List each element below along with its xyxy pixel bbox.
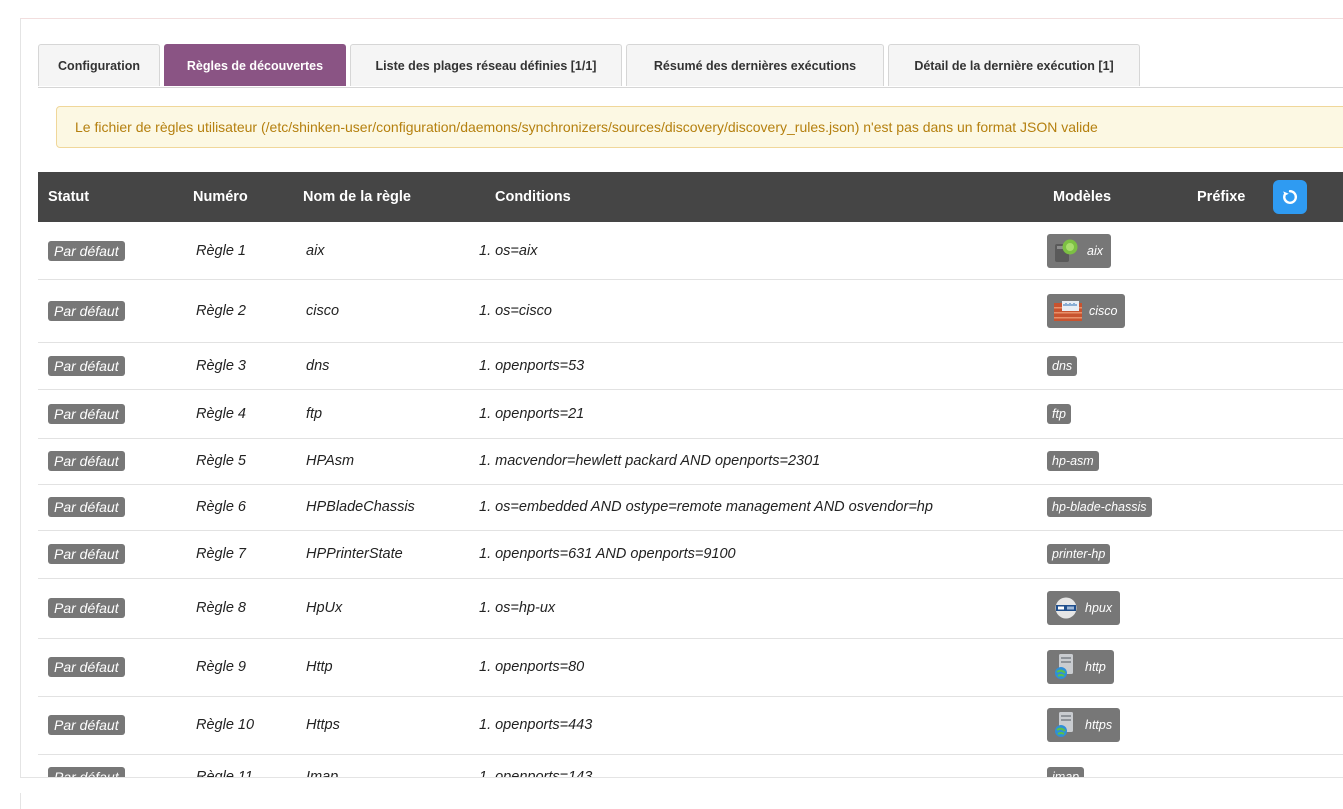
- rule-conditions: 1. os=cisco: [479, 302, 552, 319]
- rule-conditions: 1. openports=21: [479, 405, 585, 422]
- model-tag-label: ftp: [1052, 406, 1066, 421]
- model-tag-label: cisco: [1089, 303, 1118, 318]
- status-badge: Par défaut: [48, 403, 125, 424]
- table-row: Par défaut Règle 6 HPBladeChassis 1. os=…: [38, 484, 1343, 531]
- header-models: Modèles: [1053, 189, 1112, 205]
- rule-conditions: 1. openports=443: [479, 717, 593, 733]
- model-tag[interactable]: ftp: [1047, 403, 1071, 424]
- rule-name: HPAsm: [306, 453, 355, 469]
- rule-conditions: 1. macvendor=hewlett packard AND openpor…: [479, 453, 821, 469]
- table-row: Par défaut Règle 10 Https 1. openports=4…: [38, 696, 1343, 755]
- refresh-icon: [1283, 189, 1298, 204]
- model-tag-label: aix: [1087, 243, 1103, 258]
- model-tag-label: hp-asm: [1052, 454, 1094, 468]
- rule-name: dns: [306, 357, 330, 374]
- tab-discovery-rules[interactable]: Règles de découvertes: [164, 44, 346, 86]
- status-badge: Par défaut: [48, 598, 125, 618]
- rule-number: Règle 9: [196, 659, 246, 675]
- rule-conditions: 1. os=embedded AND ostype=remote managem…: [479, 499, 933, 515]
- table-row: Par défaut Règle 2 cisco 1. os=cisco cis…: [38, 279, 1343, 343]
- rule-conditions: 1. os=aix: [479, 242, 538, 259]
- rule-number: Règle 4: [196, 405, 246, 422]
- model-tag[interactable]: cisco: [1047, 293, 1126, 328]
- table-row: Par défaut Règle 9 Http 1. openports=80 …: [38, 638, 1343, 697]
- tab-divider: [38, 87, 1343, 88]
- rule-number: Règle 5: [196, 453, 246, 469]
- rule-number: Règle 7: [196, 546, 246, 562]
- table-row: Par défaut Règle 5 HPAsm 1. macvendor=he…: [38, 438, 1343, 485]
- status-badge: Par défaut: [48, 657, 125, 677]
- content-bottom-edge: [20, 777, 1343, 793]
- rule-number: Règle 1: [196, 242, 246, 259]
- table-row: Par défaut Règle 7 HPPrinterState 1. ope…: [38, 530, 1343, 579]
- header-status: Statut: [48, 189, 90, 205]
- model-tag-label: printer-hp: [1052, 547, 1106, 561]
- rule-name: cisco: [306, 302, 340, 319]
- web-server-icon: [1055, 654, 1073, 679]
- rule-number: Règle 3: [196, 357, 246, 374]
- aix-server-icon: [1055, 239, 1078, 262]
- rule-name: HPBladeChassis: [306, 499, 415, 515]
- web-server-icon: [1055, 712, 1073, 737]
- rule-number: Règle 2: [196, 302, 246, 319]
- rule-name: HpUx: [306, 600, 343, 616]
- status-badge: Par défaut: [48, 240, 125, 261]
- rule-conditions: 1. openports=80: [479, 659, 585, 675]
- model-tag[interactable]: hp-asm: [1047, 451, 1099, 471]
- status-badge: Par défaut: [48, 451, 125, 471]
- header-conditions: Conditions: [495, 189, 571, 205]
- rule-conditions: 1. openports=631 AND openports=9100: [479, 546, 736, 562]
- tab-network-ranges[interactable]: Liste des plages réseau définies [1/1]: [350, 44, 622, 86]
- header-number: Numéro: [193, 189, 248, 205]
- table-row: Par défaut Règle 1 aix 1. os=aix aix: [38, 222, 1343, 280]
- model-tag-label: dns: [1052, 358, 1073, 373]
- status-badge: Par défaut: [48, 544, 125, 564]
- model-tag[interactable]: hp-blade-chassis: [1047, 497, 1152, 517]
- table-row: Par défaut Règle 4 ftp 1. openports=21 f…: [38, 389, 1343, 439]
- rule-name: aix: [306, 242, 325, 259]
- model-tag-label: hp-blade-chassis: [1052, 500, 1147, 514]
- rule-name: ftp: [306, 405, 323, 422]
- tab-configuration[interactable]: Configuration: [38, 44, 160, 86]
- model-tag[interactable]: aix: [1047, 233, 1111, 268]
- rule-number: Règle 8: [196, 600, 246, 616]
- rule-name: Https: [306, 717, 340, 733]
- model-tag[interactable]: printer-hp: [1047, 544, 1111, 564]
- status-badge: Par défaut: [48, 715, 125, 735]
- status-badge: Par défaut: [48, 497, 125, 517]
- rule-number: Règle 10: [196, 717, 255, 733]
- model-tag[interactable]: http: [1047, 650, 1114, 684]
- tab-last-execution-detail[interactable]: Détail de la dernière exécution [1]: [888, 44, 1140, 86]
- rule-conditions: 1. os=hp-ux: [479, 600, 556, 616]
- rule-number: Règle 6: [196, 499, 246, 515]
- header-prefix: Préfixe: [1197, 189, 1246, 205]
- tab-last-executions-summary[interactable]: Résumé des dernières exécutions: [626, 44, 884, 86]
- warning-alert-text: Le fichier de règles utilisateur (/etc/s…: [75, 119, 1098, 135]
- rule-conditions: 1. openports=53: [479, 357, 585, 374]
- header-rule-name: Nom de la règle: [303, 189, 411, 205]
- warning-alert: Le fichier de règles utilisateur (/etc/s…: [56, 106, 1343, 148]
- rules-table-header: Statut Numéro Nom de la règle Conditions…: [38, 172, 1343, 222]
- model-tag[interactable]: hpux: [1047, 591, 1121, 625]
- model-tag-label: http: [1085, 660, 1106, 674]
- cisco-firewall-icon: [1054, 300, 1082, 321]
- model-tag-label: https: [1085, 718, 1113, 732]
- model-tag[interactable]: dns: [1047, 355, 1078, 376]
- hp-logo-icon: [1055, 597, 1077, 619]
- rule-name: HPPrinterState: [306, 546, 403, 562]
- table-row: Par défaut Règle 3 dns 1. openports=53 d…: [38, 342, 1343, 390]
- status-badge: Par défaut: [48, 300, 125, 321]
- model-tag[interactable]: https: [1047, 708, 1121, 742]
- status-badge: Par défaut: [48, 355, 125, 376]
- refresh-button[interactable]: [1273, 180, 1307, 214]
- model-tag-label: hpux: [1085, 601, 1113, 615]
- rule-name: Http: [306, 659, 333, 675]
- table-row: Par défaut Règle 8 HpUx 1. os=hp-ux hpux: [38, 578, 1343, 639]
